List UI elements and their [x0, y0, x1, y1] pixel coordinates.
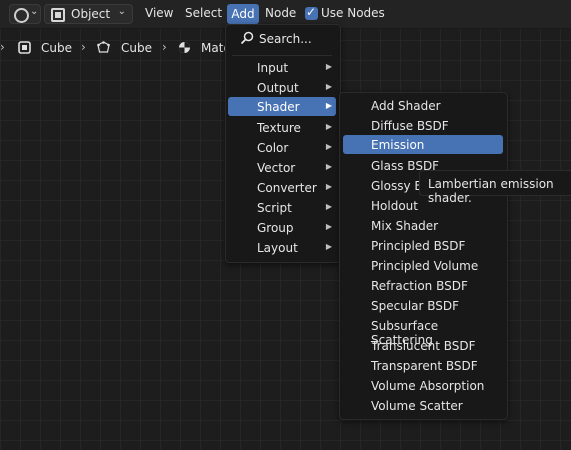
- breadcrumb: › Cube › Cube › Mate: [0, 40, 240, 56]
- use-nodes-checkbox[interactable]: ✓: [305, 5, 318, 20]
- chevron-down-icon: ⌄: [117, 6, 126, 17]
- menu-item-label: Emission: [371, 138, 425, 152]
- menu-item-label: Script: [257, 201, 292, 215]
- shader-item-translucent-bsdf[interactable]: Translucent BSDF: [343, 336, 503, 355]
- menu-item-label: Principled BSDF: [371, 239, 466, 253]
- menu-item-label: Volume Scatter: [371, 399, 463, 413]
- shader-item-principled-volume[interactable]: Principled Volume: [343, 256, 503, 275]
- menu-item-label: Texture: [257, 121, 301, 135]
- menu-item-label: Converter: [257, 181, 317, 195]
- submenu-arrow-icon: ▶: [325, 242, 332, 251]
- shader-item-transparent-bsdf[interactable]: Transparent BSDF: [343, 356, 503, 375]
- menu-item-vector[interactable]: Vector ▶: [228, 158, 336, 177]
- menu-item-label: Add Shader: [371, 99, 441, 113]
- mesh-icon: [97, 41, 110, 53]
- menu-item-label: Group: [257, 221, 294, 235]
- menu-item-label: Vector: [257, 161, 296, 175]
- menu-item-label: Layout: [257, 241, 298, 255]
- shader-item-refraction-bsdf[interactable]: Refraction BSDF: [343, 276, 503, 295]
- submenu-arrow-icon: ▶: [325, 122, 332, 131]
- menu-item-label: Transparent BSDF: [371, 359, 478, 373]
- shader-item-principled-bsdf[interactable]: Principled BSDF: [343, 236, 503, 255]
- menu-item-label: Output: [257, 81, 299, 95]
- submenu-arrow-icon: ▶: [325, 101, 332, 110]
- shader-item-volume-scatter[interactable]: Volume Scatter: [343, 396, 503, 415]
- object-type-dropdown[interactable]: Object ⌄: [44, 4, 133, 24]
- menu-item-output[interactable]: Output ▶: [228, 78, 336, 97]
- menu-select[interactable]: Select: [185, 6, 222, 20]
- object-icon: [51, 8, 65, 22]
- breadcrumb-mesh: Cube: [121, 41, 152, 55]
- menu-separator: [232, 55, 332, 56]
- submenu-arrow-icon: ▶: [325, 162, 332, 171]
- menu-item-color[interactable]: Color ▶: [228, 138, 336, 157]
- menu-item-script[interactable]: Script ▶: [228, 198, 336, 217]
- shader-item-add-shader[interactable]: Add Shader: [343, 96, 503, 115]
- submenu-arrow-icon: ▶: [325, 82, 332, 91]
- submenu-arrow-icon: ▶: [325, 62, 332, 71]
- submenu-arrow-icon: ▶: [325, 202, 332, 211]
- chevron-right-icon: ›: [0, 40, 5, 54]
- menu-add[interactable]: Add: [227, 4, 259, 24]
- editor-type-button[interactable]: ⌄: [9, 4, 41, 24]
- shader-submenu: Add Shader Diffuse BSDF Emission Glass B…: [339, 92, 508, 420]
- submenu-arrow-icon: ▶: [325, 182, 332, 191]
- menu-item-label: Color: [257, 141, 289, 155]
- menu-item-layout[interactable]: Layout ▶: [228, 238, 336, 257]
- add-menu: Search... Input ▶ Output ▶ Shader ▶ Text…: [225, 24, 341, 263]
- menu-item-label: Principled Volume: [371, 259, 479, 273]
- submenu-arrow-icon: ▶: [325, 222, 332, 231]
- menu-item-label: Specular BSDF: [371, 299, 460, 313]
- tooltip: Lambertian emission shader.: [419, 170, 571, 205]
- object-icon: [18, 41, 31, 54]
- shader-item-mix-shader[interactable]: Mix Shader: [343, 216, 503, 235]
- material-icon: [179, 42, 190, 53]
- menu-item-input[interactable]: Input ▶: [228, 58, 336, 77]
- editor-type-icon: [14, 8, 29, 23]
- shader-item-subsurface-scattering[interactable]: Subsurface Scattering: [343, 316, 503, 347]
- use-nodes-label[interactable]: Use Nodes: [321, 6, 385, 20]
- chevron-down-icon: ⌄: [30, 6, 39, 17]
- chevron-right-icon: ›: [162, 40, 167, 54]
- menu-item-converter[interactable]: Converter ▶: [228, 178, 336, 197]
- menu-item-label: Shader: [257, 100, 300, 114]
- menu-item-label: Input: [257, 61, 289, 75]
- submenu-arrow-icon: ▶: [325, 142, 332, 151]
- menu-item-label: Glossy B: [371, 179, 423, 193]
- shader-item-volume-absorption[interactable]: Volume Absorption: [343, 376, 503, 395]
- menu-view[interactable]: View: [145, 6, 173, 20]
- search-icon: [240, 31, 254, 45]
- shader-item-diffuse-bsdf[interactable]: Diffuse BSDF: [343, 116, 503, 135]
- tooltip-text: Lambertian emission shader.: [428, 177, 554, 205]
- checkmark-icon: ✓: [306, 5, 317, 19]
- search-label: Search...: [259, 32, 312, 46]
- shader-item-emission[interactable]: Emission: [343, 135, 503, 154]
- menu-node[interactable]: Node: [265, 6, 296, 20]
- menu-item-label: Diffuse BSDF: [371, 119, 449, 133]
- menu-item-label: Volume Absorption: [371, 379, 485, 393]
- menu-item-texture[interactable]: Texture ▶: [228, 118, 336, 137]
- menu-item-label: Refraction BSDF: [371, 279, 468, 293]
- shader-item-specular-bsdf[interactable]: Specular BSDF: [343, 296, 503, 315]
- menu-item-label: Mix Shader: [371, 219, 439, 233]
- breadcrumb-object: Cube: [41, 41, 72, 55]
- menu-item-group[interactable]: Group ▶: [228, 218, 336, 237]
- chevron-right-icon: ›: [81, 40, 86, 54]
- menu-item-label: Translucent BSDF: [371, 339, 476, 353]
- object-type-label: Object: [71, 7, 111, 21]
- menu-item-shader[interactable]: Shader ▶: [228, 97, 336, 116]
- menu-item-label: Holdout: [371, 199, 418, 213]
- search-menu-item[interactable]: Search...: [232, 29, 332, 49]
